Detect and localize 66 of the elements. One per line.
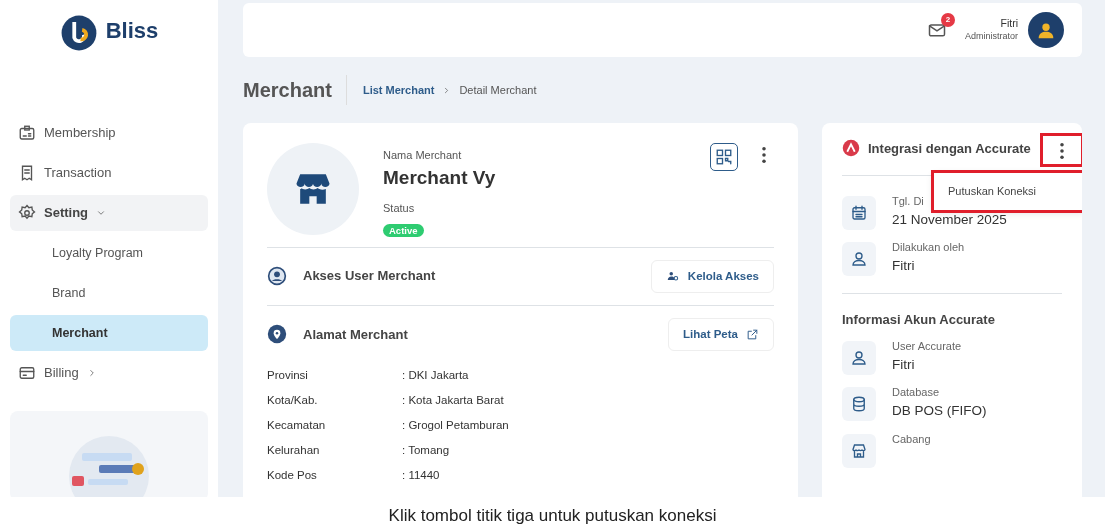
field-value: DB POS (FIFO) — [892, 402, 987, 421]
qr-code-icon — [715, 148, 733, 166]
field-value: : Tomang — [402, 442, 450, 458]
status-badge: Active — [383, 223, 424, 237]
menu-item[interactable]: Putuskan Koneksi — [934, 173, 1082, 210]
id-card-icon — [18, 124, 36, 142]
section-title: Alamat Merchant — [303, 325, 409, 344]
kebab-icon — [762, 146, 766, 163]
sidebar-subitem[interactable]: Brand — [10, 275, 208, 311]
accurate-logo-icon — [842, 139, 860, 157]
calendar-icon — [850, 204, 868, 222]
integration-title: Integrasi dengan Accurate — [868, 140, 1032, 158]
chevron-down-icon — [96, 208, 107, 218]
qr-code-button[interactable] — [710, 143, 738, 171]
field-label: Kecamatan — [267, 417, 327, 433]
field-value: Fitri — [892, 257, 916, 276]
settings-icon — [18, 204, 36, 222]
field-label: Tgl. Di — [892, 194, 924, 209]
sidebar-item[interactable]: Membership — [10, 115, 208, 151]
store-icon — [850, 441, 868, 460]
credit-card-icon — [18, 364, 36, 382]
notification-badge: 2 — [941, 13, 955, 27]
field-label: Status — [383, 201, 416, 216]
field-value: Fitri — [892, 356, 916, 374]
action-button[interactable]: Lihat Peta — [668, 317, 774, 351]
user-role: Administrator — [965, 30, 1018, 43]
field-value: : 11440 — [402, 467, 440, 483]
field-label: Kelurahan — [267, 442, 321, 458]
breadcrumb-link[interactable]: List Merchant — [362, 81, 435, 99]
merchant-name: Merchant Vy — [383, 165, 497, 190]
section-title: Informasi Akun Accurate — [842, 310, 996, 329]
users-icon — [665, 269, 680, 284]
location-pin-icon — [267, 324, 287, 345]
field-label: Database — [892, 385, 940, 401]
field-label: User Accurate — [892, 339, 962, 354]
field-value: 21 November 2025 — [892, 211, 1007, 229]
kebab-icon — [1060, 142, 1064, 159]
user-name: Fitri — [999, 17, 1018, 31]
field-label: Cabang — [892, 431, 931, 447]
sidebar-item[interactable]: Transaction — [10, 155, 208, 191]
section-title: Akses User Merchant — [303, 267, 437, 286]
user-circle-icon — [267, 266, 287, 287]
field-label: Kode Pos — [267, 467, 318, 483]
person-icon — [850, 250, 868, 269]
page-title: Merchant — [243, 75, 347, 105]
database-icon — [850, 395, 868, 414]
sidebar-subitem[interactable]: Loyalty Program — [10, 235, 208, 271]
person-icon — [850, 349, 868, 367]
chevron-right-icon — [442, 85, 452, 95]
field-label: Provinsi — [267, 367, 309, 383]
field-label: Kota/Kab. — [267, 392, 319, 408]
avatar[interactable] — [1028, 12, 1064, 48]
field-label: Dilakukan oleh — [892, 240, 965, 256]
caption: Klik tombol titik tiga untuk putuskan koneksi — [387, 505, 718, 527]
field-label: Nama Merchant — [383, 148, 463, 163]
logo-icon — [59, 14, 98, 52]
action-button[interactable]: Kelola Akses — [650, 259, 774, 293]
field-value: : Grogol Petamburan — [402, 417, 509, 433]
sidebar-item[interactable]: Billing — [10, 355, 208, 391]
field-value: : Kota Jakarta Barat — [402, 392, 504, 408]
breadcrumb-current: Detail Merchant — [459, 82, 537, 98]
field-value: : DKI Jakarta — [402, 367, 469, 383]
external-link-icon — [746, 327, 759, 341]
sidebar-subitem[interactable]: Merchant — [10, 315, 208, 351]
logo-text: Bliss — [105, 17, 159, 45]
sidebar-item[interactable]: Setting — [10, 195, 208, 231]
